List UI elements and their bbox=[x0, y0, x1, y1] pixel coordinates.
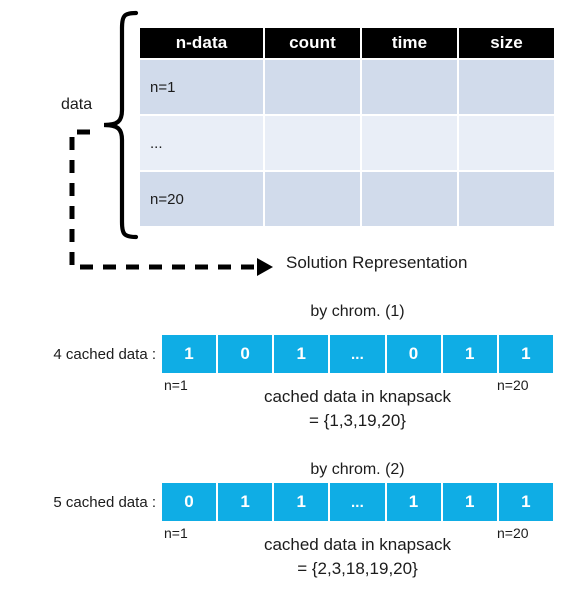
gene-cell[interactable]: 1 bbox=[274, 483, 329, 521]
brace-label: data bbox=[61, 96, 93, 113]
gene-cell[interactable]: 0 bbox=[162, 483, 217, 521]
chrom-2-knapsack-caption: cached data in knapsack = {2,3,18,19,20} bbox=[162, 533, 553, 581]
dashed-arrow-icon bbox=[69, 129, 273, 276]
table-cell-count bbox=[265, 60, 360, 114]
gene-cell[interactable]: 1 bbox=[218, 483, 273, 521]
table-cell-size bbox=[459, 116, 554, 170]
gene-cell[interactable]: 1 bbox=[498, 483, 553, 521]
gene-cell-ellipsis: ... bbox=[330, 335, 385, 373]
gene-cell[interactable]: 1 bbox=[498, 335, 553, 373]
chrom-2-side-label: 5 cached data : bbox=[53, 494, 156, 511]
gene-cell[interactable]: 1 bbox=[442, 335, 497, 373]
table-cell-size bbox=[459, 172, 554, 226]
table-header-size: size bbox=[459, 28, 554, 58]
chrom-1-title: by chrom. (1) bbox=[310, 303, 405, 320]
chrom-1-side-label: 4 cached data : bbox=[53, 346, 156, 363]
table-cell-time bbox=[362, 172, 457, 226]
table-header-n-data: n-data bbox=[140, 28, 263, 58]
gene-cell-ellipsis: ... bbox=[330, 483, 385, 521]
chrom-1-knapsack-line1: cached data in knapsack bbox=[263, 387, 452, 406]
chrom-2-knapsack-line2: = {2,3,18,19,20} bbox=[297, 559, 418, 578]
chrom-2-title: by chrom. (2) bbox=[310, 461, 405, 478]
table-header-row: n-data count time size bbox=[140, 28, 554, 58]
gene-cell[interactable]: 1 bbox=[386, 483, 441, 521]
gene-cell[interactable]: 0 bbox=[386, 335, 441, 373]
table-cell-size bbox=[459, 60, 554, 114]
chrom-1-knapsack-caption: cached data in knapsack = {1,3,19,20} bbox=[162, 385, 553, 433]
chrom-1-knapsack-line2: = {1,3,19,20} bbox=[309, 411, 406, 430]
table-cell-time bbox=[362, 116, 457, 170]
table-cell-time bbox=[362, 60, 457, 114]
chrom-2-gene-row: 0 1 1 ... 1 1 1 bbox=[162, 483, 553, 521]
gene-cell[interactable]: 1 bbox=[162, 335, 217, 373]
gene-cell[interactable]: 0 bbox=[218, 335, 273, 373]
table-header-time: time bbox=[362, 28, 457, 58]
gene-cell[interactable]: 1 bbox=[442, 483, 497, 521]
solution-representation-label: Solution Representation bbox=[286, 253, 468, 272]
table-cell-n-data: n=1 bbox=[140, 60, 263, 114]
dashed-flow-connector bbox=[60, 128, 280, 280]
chrom-2-knapsack-line1: cached data in knapsack bbox=[263, 535, 452, 554]
gene-cell[interactable]: 1 bbox=[274, 335, 329, 373]
table-header-count: count bbox=[265, 28, 360, 58]
chrom-1-gene-row: 1 0 1 ... 0 1 1 bbox=[162, 335, 553, 373]
table-row: n=1 bbox=[140, 60, 554, 114]
